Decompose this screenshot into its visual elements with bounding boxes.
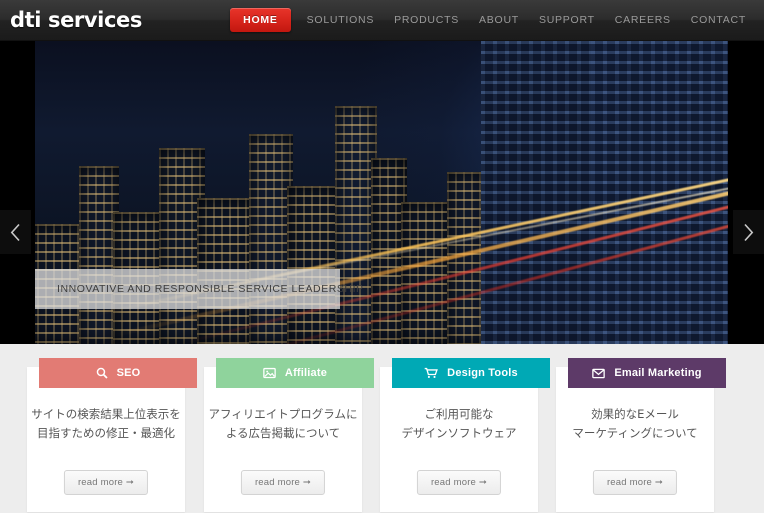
read-more-button[interactable]: read more ➞ xyxy=(592,470,678,495)
slider-next-button[interactable] xyxy=(733,210,764,254)
card-header: Affiliate xyxy=(216,358,374,388)
read-more-button[interactable]: read more ➞ xyxy=(416,470,502,495)
card-title: Email Marketing xyxy=(614,367,702,379)
card-description-line2: マーケティングについて xyxy=(572,426,698,440)
page-root: dti services HOME SOLUTIONS PRODUCTS ABO… xyxy=(0,0,764,513)
read-more-button[interactable]: read more ➞ xyxy=(63,470,149,495)
card-description: ご利用可能な デザインソフトウェア xyxy=(380,405,538,443)
card-description-line1: サイトの検索結果上位表示を xyxy=(31,407,181,421)
card-description: 効果的なEメール マーケティングについて xyxy=(556,405,714,443)
image-icon xyxy=(263,367,276,379)
chevron-right-icon xyxy=(743,223,754,242)
nav-item-home[interactable]: HOME xyxy=(230,8,291,32)
card-title: SEO xyxy=(116,367,141,379)
main-navigation: HOME SOLUTIONS PRODUCTS ABOUT SUPPORT CA… xyxy=(230,0,756,41)
read-more-button[interactable]: read more ➞ xyxy=(240,470,326,495)
glass-tower xyxy=(481,41,599,344)
card-description-line2: デザインソフトウェア xyxy=(401,426,517,440)
card-title: Affiliate xyxy=(284,367,328,379)
nav-item-contact[interactable]: CONTACT xyxy=(681,0,756,41)
nav-item-products[interactable]: PRODUCTS xyxy=(384,0,469,41)
slider-prev-button[interactable] xyxy=(0,210,31,254)
shopping-cart-icon xyxy=(424,367,439,379)
hero-caption-text: INNOVATIVE AND RESPONSIBLE SERVICE LEADE… xyxy=(57,283,364,295)
building xyxy=(401,202,453,344)
card-description-line1: ご利用可能な xyxy=(424,407,494,421)
search-icon xyxy=(96,367,108,379)
site-logo[interactable]: dti services xyxy=(10,9,142,31)
service-card-seo[interactable]: SEO サイトの検索結果上位表示を 目指すための修正・最適化 read more… xyxy=(27,358,197,512)
services-section: SEO サイトの検索結果上位表示を 目指すための修正・最適化 read more… xyxy=(0,344,764,513)
card-description: アフィリエイトプログラムに よる広告掲載について xyxy=(204,405,362,443)
card-title: Design Tools xyxy=(447,367,518,379)
chevron-left-icon xyxy=(10,223,21,242)
card-header: SEO xyxy=(39,358,197,388)
nav-item-solutions[interactable]: SOLUTIONS xyxy=(297,0,384,41)
hero-slider: INNOVATIVE AND RESPONSIBLE SERVICE LEADE… xyxy=(0,41,764,344)
hero-caption: INNOVATIVE AND RESPONSIBLE SERVICE LEADE… xyxy=(35,269,363,309)
card-description-line1: アフィリエイトプログラムに xyxy=(208,407,358,421)
card-description-line2: よる広告掲載について xyxy=(225,426,341,440)
card-header: Design Tools xyxy=(392,358,550,388)
card-header: Email Marketing xyxy=(568,358,726,388)
service-card-email-marketing[interactable]: Email Marketing 効果的なEメール マーケティングについて rea… xyxy=(556,358,726,512)
site-header: dti services HOME SOLUTIONS PRODUCTS ABO… xyxy=(0,0,764,41)
card-description: サイトの検索結果上位表示を 目指すための修正・最適化 xyxy=(27,405,185,443)
card-description-line1: 効果的なEメール xyxy=(591,407,679,421)
service-card-affiliate[interactable]: Affiliate アフィリエイトプログラムに よる広告掲載について read … xyxy=(204,358,374,512)
nav-item-careers[interactable]: CAREERS xyxy=(605,0,681,41)
service-card-design-tools[interactable]: Design Tools ご利用可能な デザインソフトウェア read more… xyxy=(380,358,550,512)
envelope-icon xyxy=(592,368,606,379)
nav-item-about[interactable]: ABOUT xyxy=(469,0,529,41)
card-description-line2: 目指すための修正・最適化 xyxy=(37,426,175,440)
nav-item-support[interactable]: SUPPORT xyxy=(529,0,605,41)
